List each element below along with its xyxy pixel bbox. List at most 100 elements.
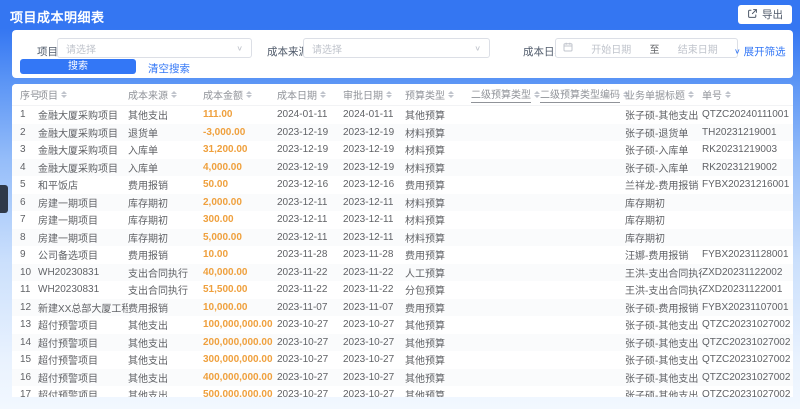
cell: 400,000,000.00: [203, 371, 273, 383]
project-select-placeholder: 请选择: [66, 44, 96, 56]
column-header-3[interactable]: 成本金额: [203, 87, 277, 102]
sort-caret-icon[interactable]: [386, 91, 392, 98]
sort-caret-icon[interactable]: [725, 91, 731, 98]
cell: 16: [20, 371, 32, 383]
cell: 其他预算: [405, 373, 445, 385]
table-row[interactable]: 17 超付预警项目 其他支出 500,000,000.00 2023-10-27 2023…: [12, 386, 793, 397]
cost-source-select-placeholder: 请选择: [312, 44, 342, 56]
cell: 2023-11-07: [343, 301, 394, 313]
side-drawer-handle[interactable]: [0, 185, 8, 213]
cell: 库存期初: [625, 233, 665, 245]
cell: 200,000,000.00: [203, 336, 273, 348]
cell: 超付预警项目: [38, 356, 98, 368]
chevron-down-icon: ∨: [474, 43, 481, 52]
cell: 金融大厦采购项目: [38, 163, 118, 175]
column-header-9[interactable]: 业务单据标题: [625, 87, 702, 102]
cell: 金融大厦采购项目: [38, 146, 118, 158]
cell: 支出合同执行: [128, 286, 188, 298]
cell: 入库单: [128, 163, 158, 175]
cell: 2,000.00: [203, 196, 242, 208]
cell: 超付预警项目: [38, 338, 98, 350]
column-header-8[interactable]: 二级预算类型编码: [540, 86, 629, 103]
table-row[interactable]: 3 金融大厦采购项目 入库单 31,200.00 2023-12-19 2023-12-1…: [12, 141, 793, 159]
cell: 费用报销: [128, 251, 168, 263]
cell: FYBX20231107001: [702, 301, 789, 313]
sort-caret-icon[interactable]: [688, 91, 694, 98]
cell: 材料预算: [405, 146, 445, 158]
cell: FYBX20231216001: [702, 179, 790, 191]
cell: 2023-10-27: [277, 371, 329, 383]
cell: 其他预算: [405, 356, 445, 368]
column-header-10[interactable]: 单号: [702, 87, 793, 102]
cell: 2023-10-27: [343, 336, 395, 348]
table-row[interactable]: 11 WH20230831 支出合同执行 51,500.00 2023-11-22 202…: [12, 281, 793, 299]
cell: 房建一期项目: [38, 233, 98, 245]
export-button[interactable]: 导出: [738, 5, 792, 24]
table-row[interactable]: 9 公司备选项目 费用报销 10.00 2023-11-28 2023-11-28 费用预算…: [12, 246, 793, 264]
table-row[interactable]: 8 房建一期项目 库存期初 5,000.00 2023-12-11 2023-12-11 材…: [12, 228, 793, 246]
cell: 2023-11-22: [343, 266, 394, 278]
cell: 汪娜-费用报销: [625, 251, 689, 263]
table-row[interactable]: 2 金融大厦采购项目 退货单 -3,000.00 2023-12-19 2023-12-1…: [12, 123, 793, 141]
cell: 2023-11-22: [343, 284, 394, 296]
column-header-2[interactable]: 成本来源: [128, 87, 203, 102]
date-end-placeholder: 结束日期: [677, 44, 718, 56]
column-header-4[interactable]: 成本日期: [277, 87, 343, 102]
sort-caret-icon[interactable]: [246, 91, 252, 98]
project-select[interactable]: 请选择 ∨: [57, 38, 252, 58]
cell: 超付预警项目: [38, 391, 98, 397]
table-row[interactable]: 15 超付预警项目 其他支出 300,000,000.00 2023-10-27 2023…: [12, 351, 793, 369]
column-header-6[interactable]: 预算类型: [405, 87, 471, 102]
chevron-down-icon: ∨: [734, 47, 741, 56]
date-start-placeholder: 开始日期: [591, 44, 632, 56]
cell: 新建XX总部大厦工程二期: [38, 303, 128, 315]
sort-caret-icon[interactable]: [320, 91, 326, 98]
search-button[interactable]: 搜索: [20, 59, 136, 74]
cell: QTZC20231027002: [702, 354, 791, 366]
cell: 材料预算: [405, 216, 445, 228]
column-header-7[interactable]: 二级预算类型: [471, 86, 540, 103]
column-header-1[interactable]: 项目: [38, 87, 128, 102]
cell: ZXD20231122001: [702, 284, 783, 296]
table-row[interactable]: 13 超付预警项目 其他支出 100,000,000.00 2023-10-27 2023…: [12, 316, 793, 334]
table-row[interactable]: 12 新建XX总部大厦工程二期费用报销 10,000.00 2023-11-07 202…: [12, 298, 793, 316]
table-row[interactable]: 5 和平饭店 费用报销 50.00 2023-12-16 2023-12-16 费用预算 兰祥…: [12, 176, 793, 194]
cell: 5: [20, 179, 26, 191]
cell: 2023-12-11: [277, 231, 328, 243]
filter-panel: 项目 请选择 ∨ 成本来源 请选择 ∨ 成本日期 开始日期 至 结束日期 ∨ 展…: [12, 30, 793, 78]
cell: 6: [20, 196, 26, 208]
project-filter-label: 项目: [37, 46, 58, 58]
cell: 费用报销: [128, 181, 168, 193]
table-row[interactable]: 14 超付预警项目 其他支出 200,000,000.00 2023-10-27 2023…: [12, 333, 793, 351]
cell: 其他预算: [405, 391, 445, 397]
cell: 张子硕-其他支出: [625, 391, 699, 397]
table-row[interactable]: 10 WH20230831 支出合同执行 40,000.00 2023-11-22 202…: [12, 263, 793, 281]
table-row[interactable]: 16 超付预警项目 其他支出 400,000,000.00 2023-10-27 2023…: [12, 368, 793, 386]
cell: 3: [20, 144, 26, 156]
sort-caret-icon[interactable]: [61, 91, 67, 98]
cell: 房建一期项目: [38, 216, 98, 228]
cell: 费用报销: [128, 303, 168, 315]
table-row[interactable]: 4 金融大厦采购项目 入库单 4,000.00 2023-12-19 2023-12-19…: [12, 158, 793, 176]
cell: 2023-10-27: [277, 319, 329, 331]
table-row[interactable]: 7 房建一期项目 库存期初 300.00 2023-12-11 2023-12-11 材料预…: [12, 211, 793, 229]
cell: 材料预算: [405, 233, 445, 245]
chevron-down-icon: ∨: [236, 43, 243, 52]
cost-detail-table: 序号 项目 成本来源 成本金额 成本日期 审批日期 预算类型 二级预算类型 二级预算类型编码 业务…: [12, 84, 793, 397]
table-row[interactable]: 1 金融大厦采购项目 其他支出 111.00 2024-01-11 2024-01-11 其…: [12, 106, 793, 124]
clear-search-link[interactable]: 清空搜索: [148, 61, 190, 76]
cell: 其他支出: [128, 321, 168, 333]
cell: 4: [20, 161, 26, 173]
cell: 10.00: [203, 249, 229, 261]
cell: 7: [20, 214, 26, 226]
column-header-5[interactable]: 审批日期: [343, 87, 405, 102]
cell: 11: [20, 284, 31, 296]
sort-caret-icon[interactable]: [171, 91, 177, 98]
cost-date-range-input[interactable]: 开始日期 至 结束日期: [555, 38, 738, 58]
expand-filters-link[interactable]: ∨ 展开筛选: [734, 44, 786, 59]
cell: 其他支出: [128, 111, 168, 123]
cost-source-select[interactable]: 请选择 ∨: [303, 38, 490, 58]
table-row[interactable]: 6 房建一期项目 库存期初 2,000.00 2023-12-11 2023-12-11 材…: [12, 193, 793, 211]
sort-caret-icon[interactable]: [448, 91, 454, 98]
cell: 4,000.00: [203, 161, 242, 173]
